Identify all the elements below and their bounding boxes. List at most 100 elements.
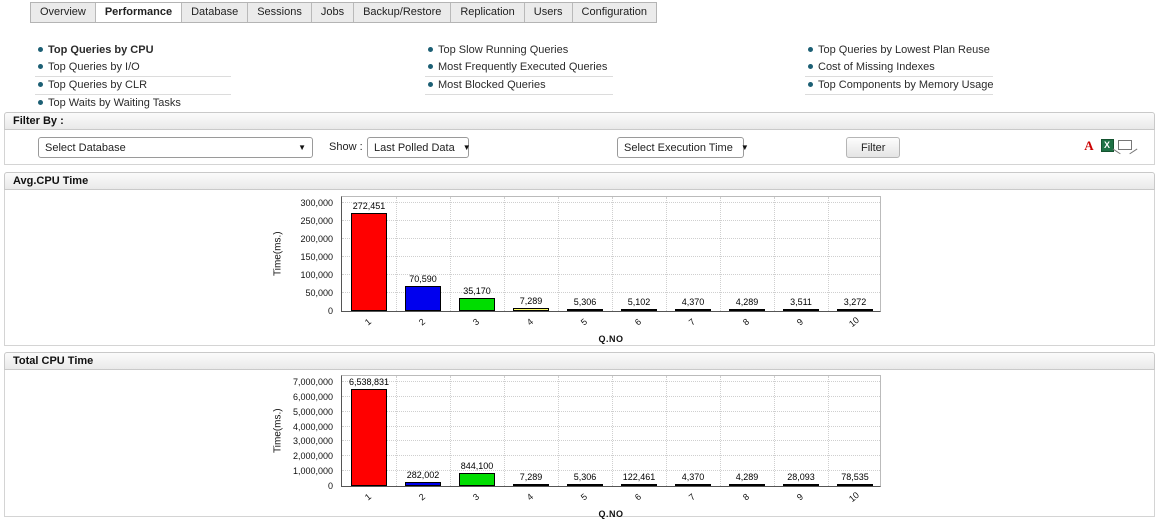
total-cpu-time-panel: Time(ms.) 0 1,000,000 2,000,000 3,000,000 4,…: [4, 370, 1155, 519]
bar[interactable]: [351, 388, 387, 486]
y-tick-label: 0: [327, 481, 333, 491]
gridline: [612, 197, 613, 311]
bar[interactable]: [837, 484, 873, 486]
y-tick-label: 50,000: [305, 288, 333, 298]
gridline: [720, 197, 721, 311]
gridline: [504, 376, 505, 486]
bar-value-label: 4,370: [681, 472, 705, 482]
tab-users[interactable]: Users: [525, 3, 573, 22]
database-select[interactable]: Select Database ▼: [38, 137, 313, 158]
chevron-down-icon: ▼: [462, 143, 471, 152]
gridline: [450, 376, 451, 486]
tab-sessions[interactable]: Sessions: [248, 3, 312, 22]
gridline: [774, 197, 775, 311]
bar-value-label: 4,289: [735, 472, 759, 482]
quick-links-column: Top Queries by CPU Top Queries by I/O Top …: [35, 42, 231, 113]
email-icon[interactable]: [1118, 138, 1132, 152]
quick-link[interactable]: Cost of Missing Indexes: [805, 59, 993, 77]
gridline: [342, 455, 880, 457]
avg-cpu-time-header: Avg.CPU Time: [4, 172, 1155, 190]
tab-overview[interactable]: Overview: [31, 3, 96, 22]
quick-link-label: Cost of Missing Indexes: [818, 61, 935, 73]
gridline: [342, 256, 880, 257]
tab-replication[interactable]: Replication: [451, 3, 525, 22]
quick-link-label: Top Queries by CPU: [48, 44, 154, 56]
export-icons: A X: [1082, 138, 1132, 152]
plot-area: 6,538,831 282,002 844,100 7,289 5,306 122,461…: [341, 375, 881, 487]
quick-link[interactable]: Top Slow Running Queries: [425, 42, 613, 59]
tab-configuration[interactable]: Configuration: [573, 3, 656, 22]
bullet-icon: [808, 64, 813, 70]
bar[interactable]: [459, 473, 495, 486]
y-tick-label: 5,000,000: [292, 406, 333, 417]
quick-link-label: Most Frequently Executed Queries: [438, 61, 608, 73]
bar[interactable]: [675, 484, 711, 486]
filter-button[interactable]: Filter: [846, 137, 901, 158]
bar[interactable]: [675, 309, 711, 311]
bar[interactable]: [783, 484, 819, 486]
x-axis-ticks: 1 2 3 4 5 6 7 8 9 10: [341, 314, 881, 330]
bar[interactable]: [729, 309, 765, 311]
bar-value-label: 78,535: [841, 472, 869, 482]
y-axis-title: Time(ms.): [272, 231, 284, 277]
gridline: [342, 381, 880, 382]
tab-jobs[interactable]: Jobs: [312, 3, 355, 22]
bar[interactable]: [351, 212, 387, 311]
bar[interactable]: [459, 298, 495, 311]
y-tick-label: 6,000,000: [292, 391, 333, 402]
quick-link-label: Top Queries by I/O: [48, 61, 140, 73]
bar[interactable]: [513, 308, 549, 311]
plot-area: 272,451 70,590 35,170 7,289 5,306 5,102 4,370 4…: [341, 196, 881, 312]
x-tick-label: 2: [416, 316, 428, 328]
gridline: [828, 376, 829, 486]
tab-performance[interactable]: Performance: [95, 3, 183, 22]
quick-link[interactable]: Most Frequently Executed Queries: [425, 59, 613, 77]
bar[interactable]: [621, 484, 657, 486]
bar[interactable]: [513, 484, 549, 486]
bar-value-label: 3,511: [790, 297, 812, 307]
bar-value-label: 35,170: [463, 286, 491, 297]
quick-link[interactable]: Top Queries by Lowest Plan Reuse: [805, 42, 993, 59]
x-tick-label: 8: [740, 491, 752, 503]
x-tick-label: 6: [632, 491, 644, 503]
total-cpu-time-chart: Time(ms.) 0 1,000,000 2,000,000 3,000,000 4,…: [271, 375, 931, 523]
bar[interactable]: [621, 309, 657, 311]
bar[interactable]: [567, 484, 603, 486]
show-label: Show :: [329, 141, 363, 153]
quick-link[interactable]: Most Blocked Queries: [425, 77, 613, 95]
bar[interactable]: [405, 481, 441, 486]
bar-value-label: 282,002: [406, 469, 440, 480]
bullet-icon: [428, 64, 433, 70]
tab-backup-restore[interactable]: Backup/Restore: [354, 3, 452, 22]
quick-link[interactable]: Top Components by Memory Usage: [805, 77, 993, 95]
bar-value-label: 7,289: [519, 472, 543, 482]
bar[interactable]: [837, 309, 873, 311]
bar-value-label: 5,102: [627, 297, 651, 307]
bar[interactable]: [567, 309, 603, 311]
tab-database[interactable]: Database: [182, 3, 249, 22]
y-axis-ticks: 0 50,000 100,000 150,000 200,000 250,000 300,0…: [285, 196, 337, 316]
execution-time-select[interactable]: Select Execution Time ▼: [617, 137, 749, 158]
x-tick-label: 2: [416, 491, 428, 503]
y-tick-label: 4,000,000: [292, 421, 333, 432]
x-tick-label: 8: [740, 316, 752, 328]
bar[interactable]: [783, 309, 819, 311]
excel-export-icon[interactable]: X: [1100, 138, 1114, 152]
quick-link[interactable]: Top Queries by I/O: [35, 59, 231, 77]
quick-link[interactable]: Top Waits by Waiting Tasks: [35, 95, 231, 113]
bar-value-label: 844,100: [460, 461, 494, 472]
bar-value-label: 70,590: [409, 273, 437, 284]
pdf-export-icon[interactable]: A: [1082, 138, 1096, 152]
x-tick-label: 10: [846, 489, 862, 505]
bullet-icon: [428, 47, 433, 53]
bar[interactable]: [405, 285, 441, 311]
quick-link-label: Top Waits by Waiting Tasks: [48, 97, 181, 109]
bar[interactable]: [729, 484, 765, 486]
y-tick-label: 300,000: [300, 198, 333, 208]
chevron-down-icon: ▼: [298, 143, 306, 152]
quick-link[interactable]: Top Queries by CPU: [35, 42, 231, 59]
y-tick-label: 150,000: [300, 252, 333, 262]
quick-link[interactable]: Top Queries by CLR: [35, 77, 231, 95]
show-select[interactable]: Last Polled Data ▼: [367, 137, 471, 158]
y-tick-label: 200,000: [300, 234, 333, 244]
